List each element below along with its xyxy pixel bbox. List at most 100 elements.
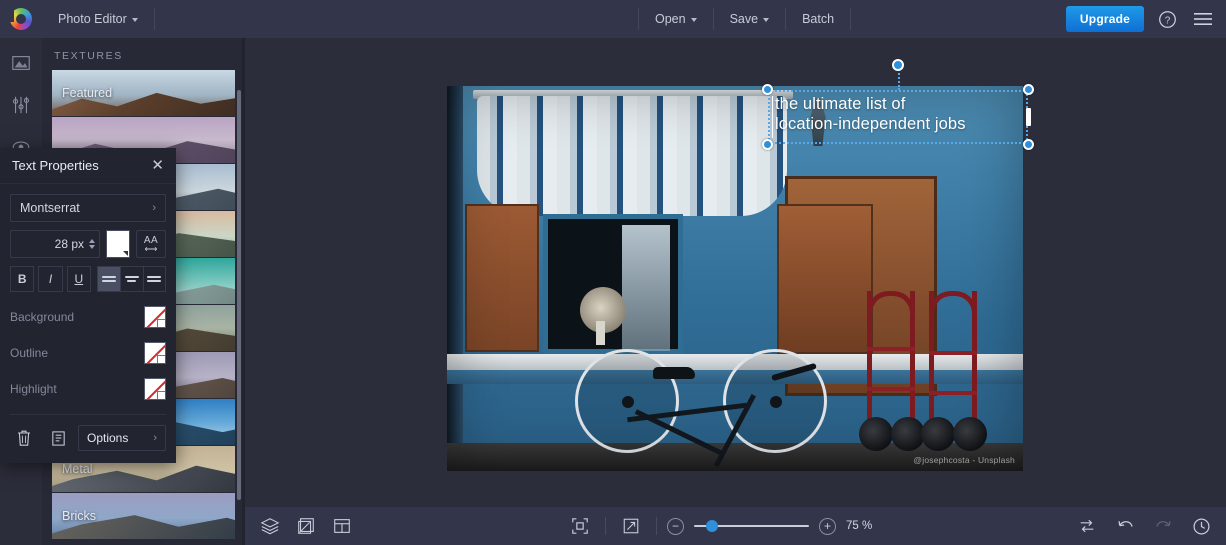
redo-button[interactable] xyxy=(1148,511,1178,541)
crop-resize-icon xyxy=(298,518,314,534)
delete-text-button[interactable] xyxy=(10,425,38,451)
align-center-icon xyxy=(124,276,139,282)
resize-button[interactable] xyxy=(291,511,321,541)
canvas-area[interactable]: @josephcosta - Unsplash the ultimate lis… xyxy=(245,38,1226,507)
fit-screen-button[interactable] xyxy=(565,511,595,541)
image-icon xyxy=(12,56,30,70)
underline-label: U xyxy=(74,272,84,286)
main-menu: Open Save Batch xyxy=(638,0,852,38)
align-left-button[interactable] xyxy=(96,266,120,292)
rotate-handle[interactable] xyxy=(892,59,904,71)
color-wheel-logo-icon xyxy=(7,6,32,30)
stepper-down-icon[interactable] xyxy=(89,245,95,249)
resize-handle-top-left[interactable] xyxy=(762,84,773,95)
photo-hand-truck-2 xyxy=(921,291,987,451)
zoom-slider[interactable] xyxy=(694,519,809,533)
font-size-input[interactable]: 28 px xyxy=(10,230,100,258)
text-properties-panel: Text Properties ✕ Montserrat › 28 px AA xyxy=(0,148,176,463)
overlay-text[interactable]: the ultimate list of location-independen… xyxy=(775,94,966,134)
photo-truck-handle xyxy=(867,291,915,313)
undo-button[interactable] xyxy=(1110,511,1140,541)
thumbnail-art xyxy=(52,493,235,539)
font-size-value: 28 px xyxy=(54,237,84,251)
highlight-label: Highlight xyxy=(10,382,57,396)
zoom-out-button[interactable]: − xyxy=(667,517,684,535)
panel-divider xyxy=(242,38,245,545)
align-right-button[interactable] xyxy=(142,266,166,292)
menu-open[interactable]: Open xyxy=(639,0,713,38)
font-family-value: Montserrat xyxy=(20,201,80,215)
app-logo[interactable] xyxy=(0,6,42,30)
letter-spacing-arrow-icon: ⟷ xyxy=(144,243,158,254)
zoom-slider-knob[interactable] xyxy=(706,520,718,532)
menu-batch[interactable]: Batch xyxy=(786,0,850,38)
text-color-swatch[interactable] xyxy=(106,230,130,258)
duplicate-text-button[interactable] xyxy=(44,425,72,451)
adjust-tool-button[interactable] xyxy=(8,92,34,118)
photo-left-shadow xyxy=(447,86,463,471)
chevron-right-icon: › xyxy=(153,432,157,444)
fullscreen-expand-icon xyxy=(623,518,639,534)
options-button[interactable]: Options › xyxy=(78,425,166,451)
history-button[interactable] xyxy=(1186,511,1216,541)
bottom-bar-center: − + 75 % xyxy=(565,511,886,541)
resize-handle-bottom-right[interactable] xyxy=(1023,139,1034,150)
app-title-menu[interactable]: Photo Editor xyxy=(42,0,154,38)
textures-scrollbar[interactable] xyxy=(237,90,241,500)
selection-edge-top xyxy=(768,90,1028,92)
stepper-up-icon[interactable] xyxy=(89,239,95,243)
hamburger-menu-button[interactable] xyxy=(1190,6,1216,32)
text-properties-header: Text Properties ✕ xyxy=(0,148,176,184)
menu-batch-label: Batch xyxy=(802,12,835,26)
italic-button[interactable]: I xyxy=(38,266,63,292)
options-label: Options xyxy=(87,431,129,445)
menu-save[interactable]: Save xyxy=(714,0,786,38)
photo-bike-saddle xyxy=(653,367,695,379)
bottom-bar-right xyxy=(1072,511,1216,541)
resize-handle-top-right[interactable] xyxy=(1023,84,1034,95)
expand-button[interactable] xyxy=(616,511,646,541)
zoom-level-value: 75 % xyxy=(846,520,873,532)
align-center-button[interactable] xyxy=(119,266,143,292)
font-size-stepper[interactable] xyxy=(89,239,95,249)
divider xyxy=(10,414,166,415)
fit-to-screen-icon xyxy=(572,518,588,534)
bold-button[interactable]: B xyxy=(10,266,35,292)
highlight-color-swatch[interactable] xyxy=(144,378,166,400)
background-row: Background xyxy=(10,306,166,328)
layout-button[interactable] xyxy=(327,511,357,541)
svg-text:?: ? xyxy=(1164,15,1170,26)
text-caret xyxy=(772,96,773,138)
upgrade-button[interactable]: Upgrade xyxy=(1065,6,1144,32)
help-button[interactable]: ? xyxy=(1154,6,1180,32)
image-tool-button[interactable] xyxy=(8,50,34,76)
background-color-swatch[interactable] xyxy=(144,306,166,328)
photo-truck-wheel xyxy=(921,417,955,451)
outline-row: Outline xyxy=(10,342,166,364)
layers-icon xyxy=(260,518,280,535)
divider xyxy=(153,8,155,30)
bottom-bar-left xyxy=(245,511,357,541)
texture-item-bricks[interactable]: Bricks xyxy=(52,493,235,539)
outline-color-swatch[interactable] xyxy=(144,342,166,364)
photo-editor-app: Photo Editor Open Save Batch Upgrade ? T… xyxy=(0,0,1226,545)
texture-item-featured[interactable]: Featured xyxy=(52,70,235,116)
redo-arrow-icon xyxy=(1155,520,1171,527)
resize-handle-bottom-left[interactable] xyxy=(762,139,773,150)
layers-button[interactable] xyxy=(255,511,285,541)
text-layer-selection[interactable]: the ultimate list of location-independen… xyxy=(762,59,1034,150)
close-icon[interactable]: ✕ xyxy=(151,158,164,173)
underline-button[interactable]: U xyxy=(66,266,91,292)
resize-handle-middle-right[interactable] xyxy=(1026,108,1031,126)
photo-awning xyxy=(477,96,787,216)
alignment-group xyxy=(96,266,166,292)
zoom-in-button[interactable]: + xyxy=(819,517,836,535)
font-family-select[interactable]: Montserrat › xyxy=(10,194,166,222)
panel-title: Text Properties xyxy=(12,158,99,173)
hamburger-menu-icon xyxy=(1194,13,1212,25)
letter-spacing-button[interactable]: AA ⟷ xyxy=(136,230,166,258)
top-bar: Photo Editor Open Save Batch Upgrade ? xyxy=(0,0,1226,38)
text-properties-body: Montserrat › 28 px AA ⟷ B I U Background… xyxy=(0,184,176,463)
compare-button[interactable] xyxy=(1072,511,1102,541)
photo-wheel-rear xyxy=(575,349,679,453)
